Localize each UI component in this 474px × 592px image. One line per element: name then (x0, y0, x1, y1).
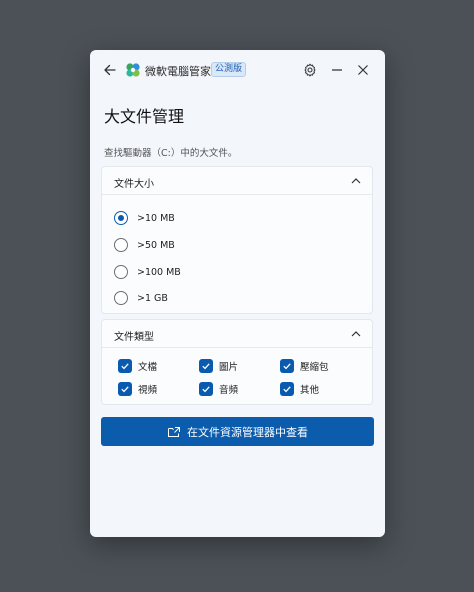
type-videos[interactable]: 視頻 (118, 381, 157, 397)
type-documents[interactable]: 文檔 (118, 358, 157, 374)
size-option-label: >100 MB (137, 266, 181, 278)
back-button[interactable] (100, 60, 120, 80)
open-external-icon (168, 426, 180, 437)
size-option-label: >50 MB (137, 239, 175, 251)
radio[interactable] (114, 238, 128, 252)
radio[interactable] (114, 265, 128, 279)
checkbox-checked[interactable] (199, 359, 213, 373)
type-label: 音頻 (219, 385, 239, 396)
app-logo-icon (126, 63, 140, 77)
file-size-header[interactable]: 文件大小 (102, 167, 372, 195)
chevron-up-icon (351, 178, 361, 184)
checkbox-checked[interactable] (280, 382, 294, 396)
page-title: 大文件管理 (104, 107, 185, 126)
preview-badge: 公測版 (211, 62, 247, 77)
size-option-10mb[interactable]: >10 MB (114, 210, 175, 226)
checkmark-icon (202, 363, 210, 370)
page-subtitle: 查找驅動器（C:）中的大文件。 (104, 148, 238, 159)
file-type-header[interactable]: 文件類型 (102, 320, 372, 348)
close-icon (358, 65, 368, 75)
checkmark-icon (283, 363, 291, 370)
size-option-50mb[interactable]: >50 MB (114, 237, 175, 253)
open-in-explorer-button[interactable]: 在文件資源管理器中查看 (101, 417, 374, 446)
minimize-icon (332, 69, 342, 71)
size-option-label: >1 GB (137, 292, 168, 304)
type-images[interactable]: 圖片 (199, 358, 238, 374)
arrow-left-icon (104, 64, 116, 76)
type-audio[interactable]: 音頻 (199, 381, 238, 397)
type-label: 視頻 (138, 385, 158, 396)
open-in-explorer-label: 在文件資源管理器中查看 (187, 425, 308, 439)
app-window: 微軟電腦管家 公測版 大文件管理 查找驅動器（C:）中的大文件。 文件大小 >1… (90, 50, 385, 537)
radio-selected[interactable] (114, 211, 128, 225)
type-label: 其他 (300, 385, 320, 396)
checkbox-checked[interactable] (199, 382, 213, 396)
checkbox-checked[interactable] (118, 382, 132, 396)
type-archives[interactable]: 壓縮包 (280, 358, 329, 374)
type-label: 文檔 (138, 362, 158, 373)
settings-button[interactable] (300, 60, 320, 80)
file-size-card: 文件大小 >10 MB >50 MB >100 MB >1 GB (101, 166, 373, 314)
app-title: 微軟電腦管家 (145, 65, 211, 78)
size-option-1gb[interactable]: >1 GB (114, 290, 168, 306)
type-other[interactable]: 其他 (280, 381, 319, 397)
close-button[interactable] (353, 60, 373, 80)
checkmark-icon (202, 386, 210, 393)
size-option-100mb[interactable]: >100 MB (114, 264, 181, 280)
radio[interactable] (114, 291, 128, 305)
title-bar: 微軟電腦管家 公測版 (90, 50, 385, 90)
chevron-up-icon (351, 331, 361, 337)
checkmark-icon (283, 386, 291, 393)
file-size-title: 文件大小 (114, 179, 154, 190)
checkbox-checked[interactable] (280, 359, 294, 373)
file-type-title: 文件類型 (114, 332, 154, 343)
checkmark-icon (121, 386, 129, 393)
minimize-button[interactable] (327, 60, 347, 80)
file-type-card: 文件類型 文檔 圖片 壓縮包 視頻 音頻 其他 (101, 319, 373, 405)
type-label: 壓縮包 (300, 362, 329, 373)
checkbox-checked[interactable] (118, 359, 132, 373)
type-label: 圖片 (219, 362, 239, 373)
gear-icon (304, 63, 316, 77)
size-option-label: >10 MB (137, 212, 175, 224)
checkmark-icon (121, 363, 129, 370)
